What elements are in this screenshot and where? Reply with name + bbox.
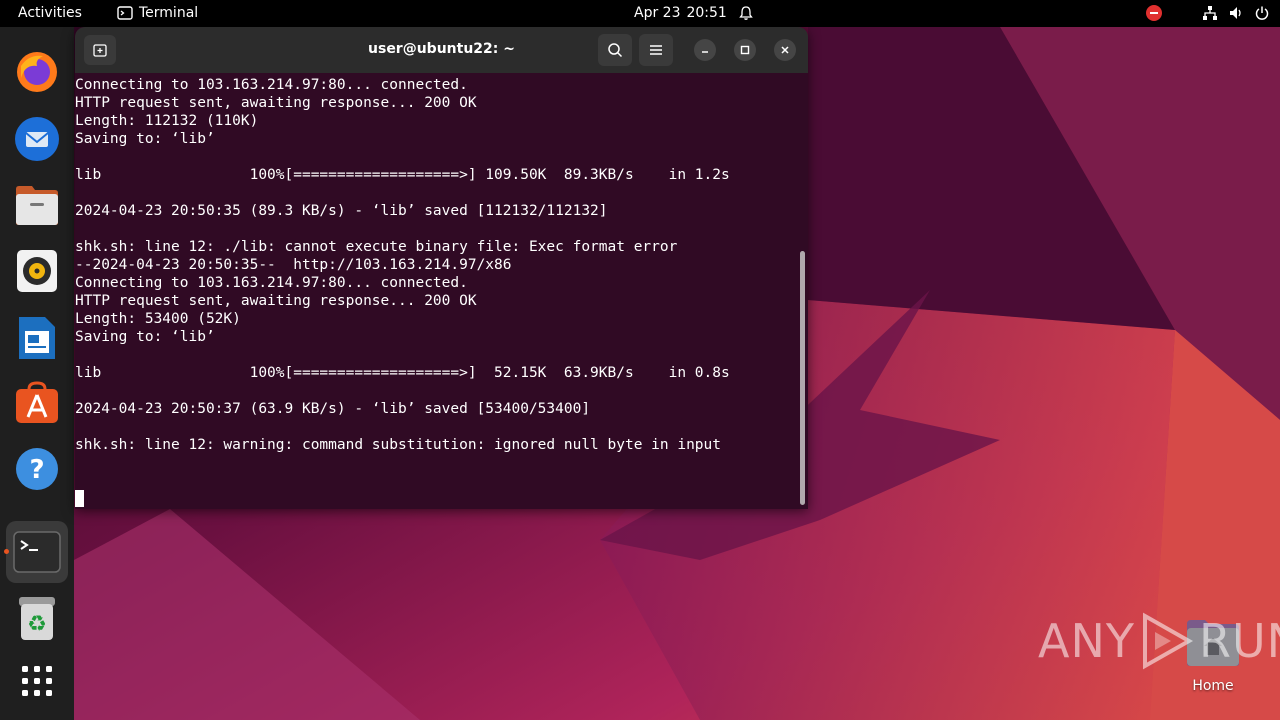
svg-text:♻: ♻ (27, 612, 47, 637)
terminal-line: lib 100%[===================>] 109.50K 8… (75, 167, 730, 183)
app-center-icon[interactable] (13, 379, 61, 427)
power-icon (1255, 6, 1269, 20)
libreoffice-writer-icon[interactable] (13, 314, 61, 362)
do-not-disturb-icon (1146, 5, 1162, 21)
trash-icon[interactable]: ♻ (13, 595, 61, 643)
terminal-running-indicator (4, 549, 9, 554)
search-button[interactable] (598, 34, 632, 66)
files-icon[interactable] (13, 181, 61, 229)
terminal-line: HTTP request sent, awaiting response... … (75, 95, 477, 111)
menu-button[interactable] (639, 34, 673, 66)
terminal-line: Connecting to 103.163.214.97:80... conne… (75, 275, 468, 291)
terminal-output[interactable]: Connecting to 103.163.214.97:80... conne… (75, 73, 808, 509)
thunderbird-icon[interactable] (13, 115, 61, 163)
terminal-line: lib 100%[===================>] 52.15K 63… (75, 365, 730, 381)
watermark-left-text: ANY (1038, 614, 1135, 668)
top-bar: Activities Terminal Apr 23 20:51 (0, 0, 1280, 27)
terminal-icon[interactable] (6, 521, 68, 583)
clock[interactable]: Apr 23 20:51 (634, 5, 727, 21)
close-icon (781, 46, 789, 54)
dock: ? ♻ (0, 27, 74, 720)
terminal-line: 2024-04-23 20:50:37 (63.9 KB/s) - ‘lib’ … (75, 401, 591, 417)
search-icon (608, 43, 623, 58)
terminal-line: Length: 53400 (52K) (75, 311, 241, 327)
network-icon (1203, 6, 1217, 20)
system-tray[interactable] (1146, 5, 1270, 21)
minimize-button[interactable] (694, 39, 716, 61)
terminal-lines: Connecting to 103.163.214.97:80... conne… (75, 76, 797, 454)
clock-time: 20:51 (686, 5, 727, 21)
terminal-line: shk.sh: line 12: ./lib: cannot execute b… (75, 239, 678, 255)
firefox-icon[interactable] (13, 48, 61, 96)
close-button[interactable] (774, 39, 796, 61)
notification-bell-icon[interactable] (738, 5, 754, 25)
watermark-right-text: RUN (1198, 614, 1280, 668)
terminal-line: 2024-04-23 20:50:35 (89.3 KB/s) - ‘lib’ … (75, 203, 608, 219)
svg-text:?: ? (29, 455, 44, 485)
play-logo-icon (1142, 612, 1194, 670)
terminal-line: Length: 112132 (110K) (75, 113, 259, 129)
anyrun-watermark: ANY RUN (1038, 612, 1280, 670)
help-icon[interactable]: ? (13, 445, 61, 493)
app-menu[interactable]: Terminal (117, 5, 198, 21)
home-folder-label[interactable]: Home (1185, 678, 1241, 694)
maximize-icon (740, 45, 750, 55)
terminal-line: shk.sh: line 12: warning: command substi… (75, 437, 722, 453)
terminal-window[interactable]: user@ubuntu22: ~ Connecting to 103.163.2… (75, 27, 808, 509)
terminal-cursor (75, 490, 84, 507)
app-menu-label: Terminal (139, 5, 199, 21)
terminal-line: Saving to: ‘lib’ (75, 329, 215, 345)
minimize-icon (702, 51, 708, 53)
maximize-button[interactable] (734, 39, 756, 61)
clock-date: Apr 23 (634, 5, 681, 21)
hamburger-menu-icon (650, 45, 662, 55)
terminal-header-bar[interactable]: user@ubuntu22: ~ (75, 27, 808, 73)
terminal-line: Connecting to 103.163.214.97:80... conne… (75, 77, 468, 93)
terminal-scrollbar[interactable] (800, 251, 805, 505)
terminal-line: --2024-04-23 20:50:35-- http://103.163.2… (75, 257, 512, 273)
activities-button[interactable]: Activities (18, 5, 82, 21)
show-apps-icon[interactable] (13, 657, 61, 705)
terminal-line: Saving to: ‘lib’ (75, 131, 215, 147)
terminal-app-icon (117, 6, 133, 20)
rhythmbox-icon[interactable] (13, 247, 61, 295)
volume-icon (1230, 7, 1241, 19)
terminal-line: HTTP request sent, awaiting response... … (75, 293, 477, 309)
